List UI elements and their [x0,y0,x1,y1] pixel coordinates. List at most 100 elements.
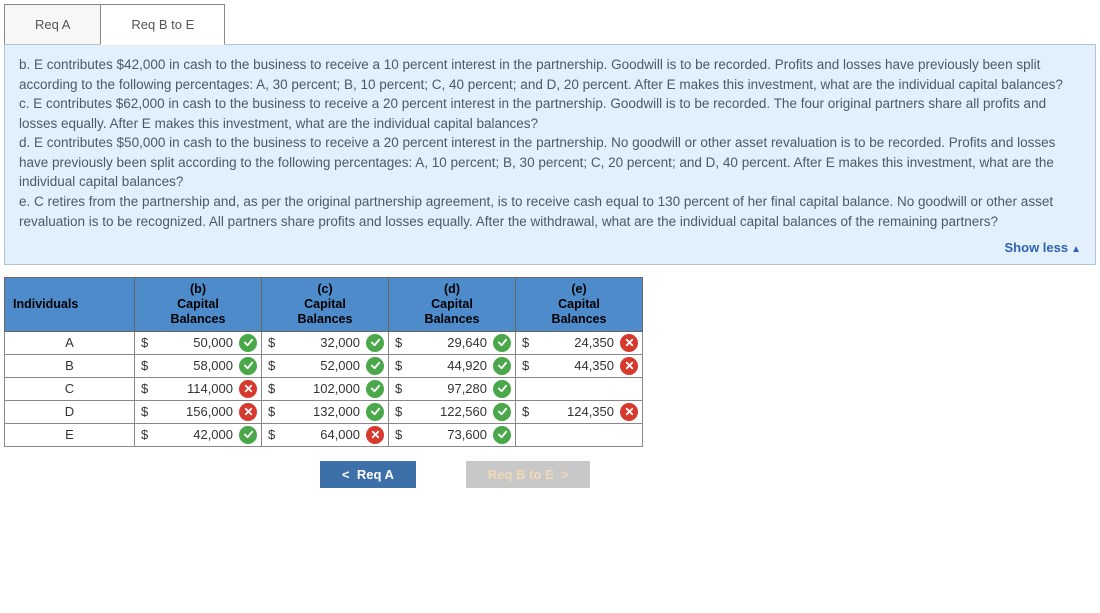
answer-value: 156,000 [155,404,235,419]
chevron-right-icon: > [561,467,569,482]
answer-cell[interactable]: $44,350 [516,354,643,377]
cross-icon [620,403,638,421]
dollar-sign: $ [139,427,155,442]
col-e: (e) Capital Balances [516,277,643,331]
table-row: B$58,000$52,000$44,920$44,350 [5,354,643,377]
col-individuals: Individuals [5,277,135,331]
check-icon [366,357,384,375]
question-b: b. E contributes $42,000 in cash to the … [19,55,1081,94]
row-label: C [5,377,135,400]
answer-value: 102,000 [282,381,362,396]
dollar-sign: $ [266,358,282,373]
check-icon [493,403,511,421]
cross-icon [239,403,257,421]
answer-value: 124,350 [536,404,616,419]
check-icon [366,334,384,352]
check-icon [493,380,511,398]
dollar-sign: $ [266,381,282,396]
dollar-sign: $ [139,335,155,350]
row-label: D [5,400,135,423]
check-icon [493,334,511,352]
nav-buttons: < Req A Req B to E > [320,461,1100,488]
answer-value: 29,640 [409,335,489,350]
answer-table: Individuals (b) Capital Balances (c) Cap… [4,277,643,447]
answer-value: 44,920 [409,358,489,373]
dollar-sign: $ [393,381,409,396]
answer-value: 42,000 [155,427,235,442]
answer-value: 44,350 [536,358,616,373]
answer-cell[interactable]: $29,640 [389,331,516,354]
dollar-sign: $ [266,335,282,350]
answer-cell[interactable]: $114,000 [135,377,262,400]
dollar-sign: $ [520,335,536,350]
answer-cell[interactable]: $73,600 [389,423,516,446]
cross-icon [366,426,384,444]
question-panel: b. E contributes $42,000 in cash to the … [4,44,1096,265]
next-button[interactable]: Req B to E > [466,461,591,488]
col-b: (b) Capital Balances [135,277,262,331]
check-icon [239,426,257,444]
answer-cell[interactable]: $50,000 [135,331,262,354]
chevron-left-icon: < [342,467,350,482]
col-c: (c) Capital Balances [262,277,389,331]
answer-value: 64,000 [282,427,362,442]
answer-value: 122,560 [409,404,489,419]
question-e: e. C retires from the partnership and, a… [19,192,1081,231]
dollar-sign: $ [393,335,409,350]
answer-cell[interactable]: $122,560 [389,400,516,423]
check-icon [239,357,257,375]
answer-cell[interactable]: $132,000 [262,400,389,423]
answer-cell[interactable]: $24,350 [516,331,643,354]
prev-button[interactable]: < Req A [320,461,416,488]
check-icon [493,357,511,375]
table-row: E$42,000$64,000$73,600 [5,423,643,446]
show-less-toggle[interactable]: Show less [19,231,1081,258]
table-row: A$50,000$32,000$29,640$24,350 [5,331,643,354]
answer-value: 24,350 [536,335,616,350]
cross-icon [239,380,257,398]
answer-cell[interactable]: $102,000 [262,377,389,400]
tab-req-b-to-e[interactable]: Req B to E [100,4,225,45]
tab-req-a[interactable]: Req A [4,4,101,45]
row-label: E [5,423,135,446]
answer-cell[interactable]: $44,920 [389,354,516,377]
dollar-sign: $ [139,358,155,373]
answer-cell[interactable]: $156,000 [135,400,262,423]
answer-cell[interactable]: $97,280 [389,377,516,400]
cross-icon [620,334,638,352]
empty-cell [516,377,643,400]
dollar-sign: $ [139,381,155,396]
answer-cell[interactable]: $42,000 [135,423,262,446]
answer-value: 73,600 [409,427,489,442]
check-icon [366,403,384,421]
answer-value: 132,000 [282,404,362,419]
answer-value: 58,000 [155,358,235,373]
dollar-sign: $ [393,404,409,419]
dollar-sign: $ [520,358,536,373]
answer-value: 52,000 [282,358,362,373]
answer-value: 114,000 [155,381,235,396]
cross-icon [620,357,638,375]
check-icon [493,426,511,444]
answer-value: 50,000 [155,335,235,350]
check-icon [366,380,384,398]
answer-cell[interactable]: $52,000 [262,354,389,377]
dollar-sign: $ [520,404,536,419]
answer-value: 97,280 [409,381,489,396]
answer-cell[interactable]: $64,000 [262,423,389,446]
table-row: C$114,000$102,000$97,280 [5,377,643,400]
question-d: d. E contributes $50,000 in cash to the … [19,133,1081,192]
row-label: A [5,331,135,354]
table-row: D$156,000$132,000$122,560$124,350 [5,400,643,423]
answer-cell[interactable]: $58,000 [135,354,262,377]
dollar-sign: $ [266,404,282,419]
col-d: (d) Capital Balances [389,277,516,331]
answer-value: 32,000 [282,335,362,350]
answer-cell[interactable]: $32,000 [262,331,389,354]
dollar-sign: $ [393,427,409,442]
dollar-sign: $ [393,358,409,373]
check-icon [239,334,257,352]
dollar-sign: $ [266,427,282,442]
tab-bar: Req A Req B to E [4,4,1100,45]
answer-cell[interactable]: $124,350 [516,400,643,423]
